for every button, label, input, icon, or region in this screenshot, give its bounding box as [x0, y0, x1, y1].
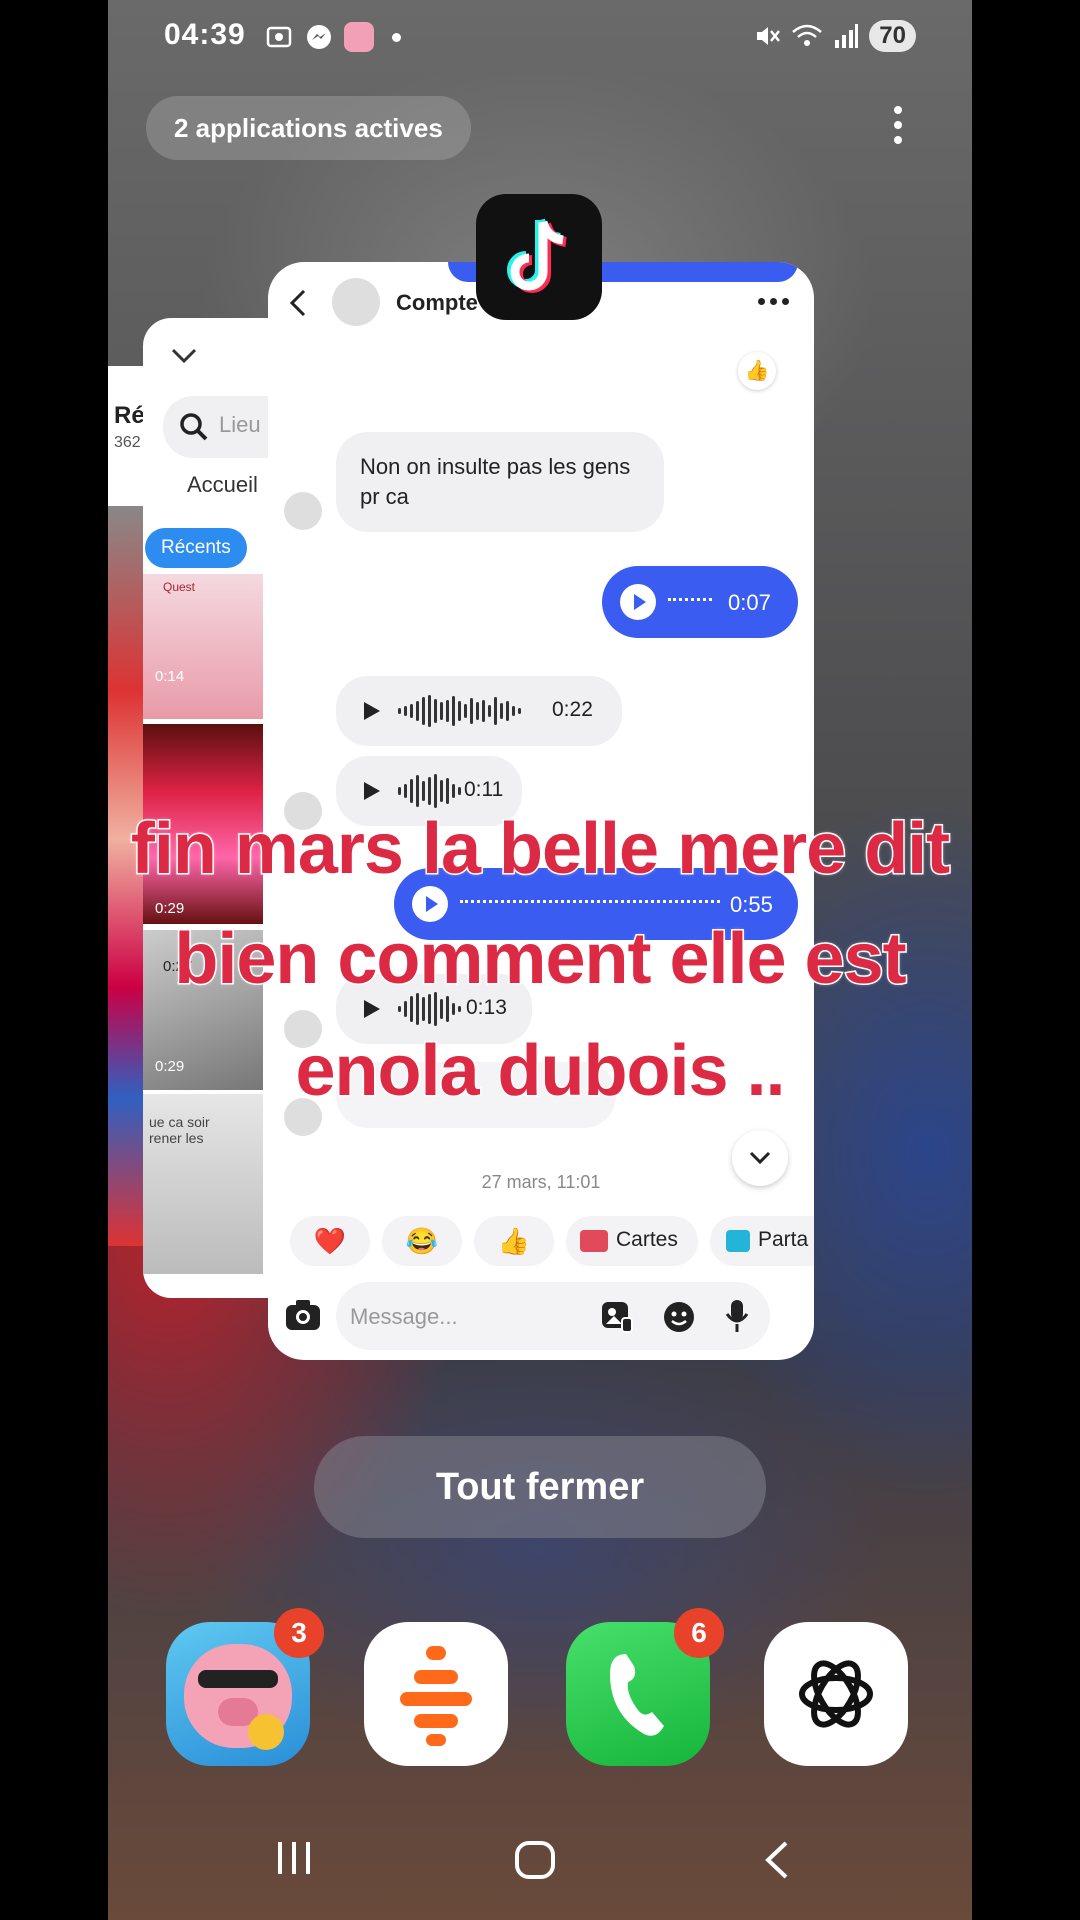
thumbnail[interactable]: ue ca soir rener les: [143, 1094, 263, 1274]
cards-button[interactable]: Cartes: [566, 1216, 698, 1266]
incoming-audio-message[interactable]: 0:22: [336, 676, 622, 746]
coin-master-icon: [184, 1644, 292, 1750]
audio-duration: 0:55: [730, 892, 773, 917]
notification-badge: 3: [274, 1608, 324, 1658]
system-icons: 70: [753, 20, 916, 52]
notification-badge: 6: [674, 1608, 724, 1658]
thumbnail-caption: ue ca soir rener les: [149, 1114, 210, 1146]
play-icon[interactable]: [360, 780, 382, 802]
audio-duration: 0:22: [552, 698, 593, 721]
tiktok-app-icon[interactable]: [476, 194, 602, 320]
dock-app-coin-master[interactable]: 3: [166, 1608, 324, 1766]
tab-recent[interactable]: Récents: [145, 528, 247, 568]
play-icon[interactable]: [360, 998, 382, 1020]
audio-waveform: [398, 694, 521, 728]
home-nav-icon[interactable]: [514, 1840, 556, 1880]
mute-icon: [757, 27, 781, 45]
thumbnail-caption: Quest: [163, 580, 196, 594]
audio-waveform: [398, 774, 461, 808]
cards-icon: [580, 1230, 608, 1252]
thumbnail-duration: 0:29: [155, 900, 185, 917]
play-icon[interactable]: [360, 700, 382, 722]
play-icon[interactable]: [412, 886, 448, 922]
audio-waveform: [668, 598, 712, 609]
more-options-icon[interactable]: [892, 106, 904, 144]
audio-duration: 0:11: [464, 778, 504, 801]
deezer-icon: [400, 1646, 472, 1746]
composer-bar: Message...: [284, 1280, 798, 1352]
dock-app-deezer[interactable]: [364, 1622, 508, 1766]
thumbnail[interactable]: Quest 0:14: [143, 574, 263, 719]
sender-avatar: [284, 492, 322, 530]
wifi-icon: [792, 24, 823, 46]
cards-label: Cartes: [616, 1228, 678, 1251]
status-bar: 04:39 70: [108, 14, 972, 60]
microphone-icon[interactable]: [724, 1298, 750, 1334]
coin-master-small-icon: [344, 22, 374, 52]
overlay-caption-line-1: fin mars la belle mere dit: [129, 808, 951, 891]
overlay-caption-line-3: enola dubois ..: [294, 1030, 787, 1113]
chatgpt-icon: [799, 1660, 873, 1728]
thumbnail-duration: 0:14: [155, 668, 185, 685]
screenshot-icon: [266, 26, 292, 48]
close-all-button[interactable]: Tout fermer: [314, 1436, 766, 1538]
battery-indicator: 70: [869, 20, 916, 52]
chevron-down-icon[interactable]: [169, 346, 199, 366]
recents-nav-icon[interactable]: [274, 1840, 314, 1876]
messenger-icon: [307, 25, 331, 49]
active-apps-button[interactable]: 2 applications actives: [146, 96, 471, 160]
share-icon: [726, 1230, 750, 1252]
outgoing-audio-message[interactable]: 0:07: [602, 566, 798, 638]
back-nav-icon[interactable]: [762, 1840, 790, 1880]
search-placeholder: Lieu: [219, 412, 261, 437]
incoming-message[interactable]: Non on insulte pas les gens pr ca: [336, 432, 664, 532]
tab-home[interactable]: Accueil: [187, 472, 258, 498]
more-options-icon[interactable]: [758, 298, 789, 305]
clock: 04:39: [164, 18, 246, 51]
notification-icons: [264, 22, 401, 52]
search-icon: [180, 413, 208, 441]
edge-count: 362: [114, 434, 141, 451]
contact-avatar[interactable]: [332, 278, 380, 326]
thumbs-up-reaction-button[interactable]: 👍: [474, 1216, 554, 1266]
edge-title: Ré: [114, 402, 145, 429]
dock-app-chatgpt[interactable]: [764, 1622, 908, 1766]
signal-icon: [835, 24, 859, 48]
chevron-down-icon: [749, 1151, 771, 1165]
message-timestamp: 27 mars, 11:01: [481, 1172, 601, 1192]
laugh-reaction-button[interactable]: 😂: [382, 1216, 462, 1266]
tiktok-logo-icon: [507, 218, 567, 293]
audio-waveform: [460, 900, 720, 911]
thumbs-up-reaction-icon: 👍: [738, 352, 776, 390]
share-button[interactable]: Parta: [710, 1216, 814, 1266]
play-icon[interactable]: [620, 584, 656, 620]
share-label: Parta: [758, 1228, 809, 1251]
quick-reply-bar: ❤️ 😂 👍 Cartes Parta: [290, 1216, 814, 1272]
phone-icon: [610, 1654, 664, 1736]
message-input[interactable]: Message...: [336, 1282, 770, 1350]
back-arrow-icon[interactable]: [286, 288, 310, 318]
message-placeholder: Message...: [350, 1304, 458, 1329]
contact-name[interactable]: Compte: [396, 290, 478, 316]
heart-reaction-button[interactable]: ❤️: [290, 1216, 370, 1266]
overlay-caption-line-2: bien comment elle est: [173, 918, 908, 1001]
gallery-icon[interactable]: [600, 1300, 634, 1334]
incoming-message-text: Non on insulte pas les gens pr ca: [360, 454, 631, 509]
dot-icon: [392, 32, 401, 42]
sticker-icon[interactable]: [662, 1300, 696, 1334]
dock-app-phone[interactable]: 6: [566, 1608, 724, 1766]
audio-duration: 0:07: [728, 590, 771, 615]
camera-icon[interactable]: [284, 1298, 322, 1332]
